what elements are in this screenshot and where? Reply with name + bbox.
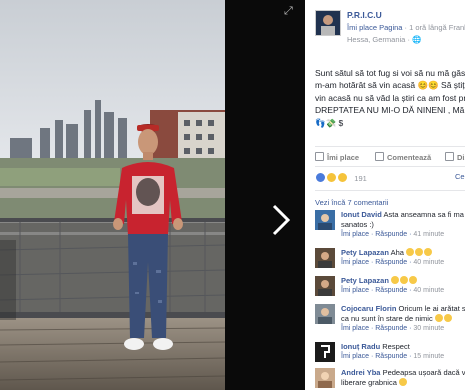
like-button[interactable]: Îmi place [315, 152, 359, 162]
comment-text-2: liberare grabnica [341, 378, 397, 387]
post-location: Hessa, Germania · 🌐 [347, 35, 421, 44]
commenter-name[interactable]: Cojocaru Florin [341, 304, 396, 313]
location-text: Hessa, Germania · [347, 35, 413, 44]
comment-time: 40 minute [413, 259, 445, 266]
page-avatar[interactable] [315, 10, 341, 36]
comment-like-link[interactable]: Îmi place [341, 231, 369, 238]
comment-time: 30 minute [413, 325, 445, 332]
like-label: Îmi place [327, 153, 360, 162]
divider [315, 166, 465, 167]
comment-reply-link[interactable]: Răspunde [375, 231, 407, 238]
post-time: · 1 oră lângă Frankfurt [404, 23, 465, 32]
share-label: Distribuie [457, 153, 465, 162]
post-text: Sunt sătul să tot fug si voi să nu mă gă… [315, 67, 465, 129]
comment-time: 41 minute [413, 231, 445, 238]
chevron-right-icon[interactable] [270, 200, 294, 240]
commenter-avatar[interactable] [315, 210, 335, 230]
commenter-name[interactable]: Ionut David [341, 210, 382, 219]
post-actions: Îmi place Comentează Distribuie [315, 152, 465, 164]
commenter-name[interactable]: Ionuț Radu [341, 342, 380, 351]
view-more-comments-link[interactable]: Vezi încă 7 comentarii [315, 198, 388, 207]
thumbs-up-emoji-icon [400, 276, 409, 284]
comment-like-link[interactable]: Îmi place [341, 287, 369, 294]
divider [315, 146, 465, 147]
comment-time: 40 minute [413, 287, 445, 294]
comment-reply-link[interactable]: Răspunde [375, 325, 407, 332]
post-photo[interactable] [0, 0, 225, 390]
post-header: P.R.I.C.U Îmi place Pagina · 1 oră lângă… [315, 10, 465, 46]
reactions-summary[interactable]: 191 [315, 172, 367, 184]
divider [315, 190, 465, 191]
commenter-avatar[interactable] [315, 304, 335, 324]
like-reaction-icon [315, 172, 326, 183]
comment-label: Comentează [387, 153, 432, 162]
commenter-avatar[interactable] [315, 276, 335, 296]
comment-like-link[interactable]: Îmi place [341, 325, 369, 332]
like-page-link[interactable]: Îmi place Pagina · 1 oră lângă Frankfurt [347, 23, 465, 32]
comment-text: Aha [390, 248, 404, 257]
comment-text: Asta anseamna sa fi ma [383, 210, 464, 219]
smile-emoji-icon [415, 248, 424, 256]
emoji-icon [434, 314, 443, 322]
commenter-name[interactable]: Pety Lapazan [341, 276, 389, 285]
post-text-line: DREPTATEA NU MI-O DĂ NINENI , Mă [315, 105, 465, 116]
expand-icon[interactable]: ⤢ [284, 5, 294, 16]
comment: Ionut David Asta anseamna sa fi ma sanat… [315, 210, 465, 250]
photo-illustration [0, 0, 225, 390]
share-button[interactable]: Distribuie [445, 152, 465, 162]
thumbs-up-emoji-icon [391, 276, 400, 284]
top-comments-dropdown[interactable]: Cele mai relevante [455, 172, 465, 181]
smile-emoji-icon [406, 248, 415, 256]
commenter-name[interactable]: Pety Lapazan [341, 248, 389, 257]
thumbs-up-emoji-icon [409, 276, 418, 284]
comment-text-2: sanatos :) [341, 220, 374, 229]
post-panel: P.R.I.C.U Îmi place Pagina · 1 oră lângă… [305, 0, 465, 390]
comment-text-2: ca nu sunt în stare de nimic [341, 314, 433, 323]
comment-icon [375, 152, 384, 161]
smile-emoji-icon [398, 378, 407, 386]
comment-text: Oricum le ai arătat s [398, 304, 465, 313]
comment-like-link[interactable]: Îmi place [341, 353, 369, 360]
comment-text: Respect [382, 342, 410, 351]
haha-reaction-icon [337, 172, 349, 183]
post-text-line: m-am hotărât să vin acasă 😊😊 Să știți că [315, 80, 465, 91]
commenter-avatar[interactable] [315, 248, 335, 268]
reactions-count: 191 [354, 174, 367, 183]
globe-icon: 🌐 [412, 35, 422, 44]
comment: Andrei Yba Pedeapsa ușoară dacă v libera… [315, 368, 465, 390]
share-icon [445, 152, 454, 161]
post-text-line: vin acasă nu să văd la știri ca am fost … [315, 92, 465, 103]
post-text-line: 👣💸 $ [315, 117, 344, 128]
commenter-avatar[interactable] [315, 368, 335, 388]
smile-emoji-icon [424, 248, 433, 256]
comment-like-link[interactable]: Îmi place [341, 259, 369, 266]
like-page-label[interactable]: Îmi place Pagina [347, 23, 402, 32]
post-text-line: Sunt sătul să tot fug si voi să nu mă gă… [315, 68, 465, 78]
comment-text: Pedeapsa ușoară dacă v [382, 368, 465, 377]
comment-button[interactable]: Comentează [375, 152, 431, 162]
commenter-name[interactable]: Andrei Yba [341, 368, 380, 377]
page-name[interactable]: P.R.I.C.U [347, 10, 382, 20]
emoji-icon [443, 314, 452, 322]
comment-reply-link[interactable]: Răspunde [375, 259, 407, 266]
comment-reply-link[interactable]: Răspunde [375, 353, 407, 360]
commenter-avatar[interactable] [315, 342, 335, 362]
thumbs-up-icon [315, 152, 324, 161]
photo-viewer: ⤢ P.R.I.C.U Îmi place Pagina · 1 oră lân… [0, 0, 465, 390]
comment-time: 15 minute [413, 353, 445, 360]
comment: Cojocaru Florin Oricum le ai arătat s ca… [315, 304, 465, 344]
wow-reaction-icon [326, 172, 338, 183]
comment-reply-link[interactable]: Răspunde [375, 287, 407, 294]
viewer-gutter [225, 0, 305, 390]
